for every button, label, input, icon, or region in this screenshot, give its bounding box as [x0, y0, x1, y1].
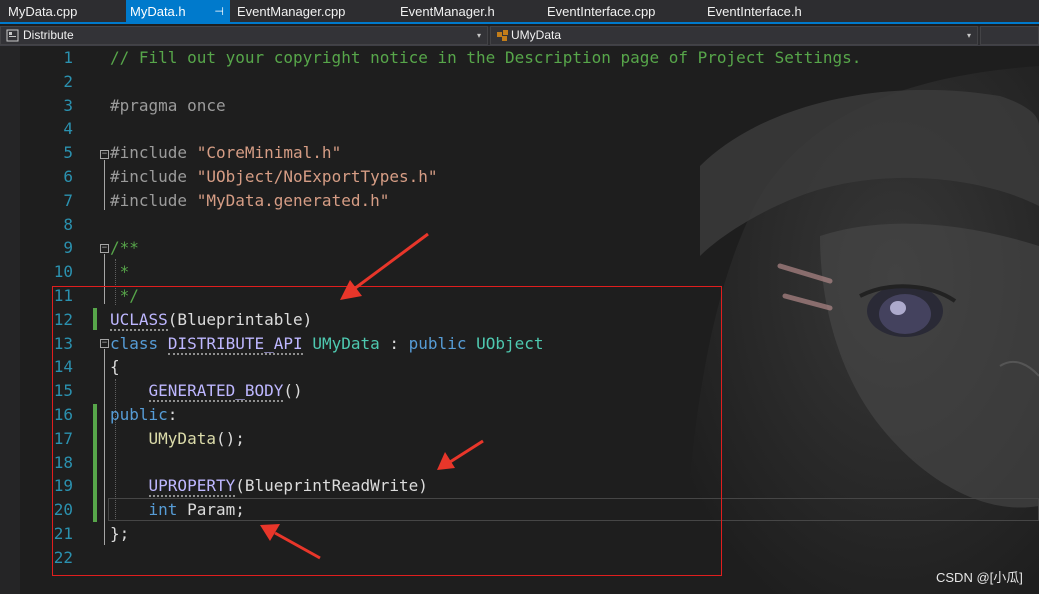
- chevron-down-icon: ▾: [966, 31, 971, 40]
- code-editor[interactable]: − − − 1 2 3 4 5 6 7 8 9 10 11 12 13 14 1…: [0, 46, 1039, 594]
- tab-label: MyData.h: [130, 4, 186, 19]
- annotation-arrows: [260, 232, 484, 560]
- scope-name: UMyData: [511, 28, 562, 42]
- tab-label: MyData.cpp: [8, 4, 78, 19]
- project-dropdown[interactable]: Distribute ▾: [0, 26, 488, 45]
- tab-eventmanager-cpp[interactable]: EventManager.cpp: [233, 0, 383, 24]
- tab-label: EventInterface.h: [707, 4, 802, 19]
- document-tab-bar: MyData.cpp MyData.h ⊣ EventManager.cpp Ev…: [0, 0, 1039, 24]
- tab-label: EventManager.cpp: [237, 4, 346, 19]
- navigation-bar: Distribute ▾ UMyData ▾: [0, 26, 1039, 46]
- arrow-icon: [340, 232, 429, 300]
- member-dropdown[interactable]: [980, 26, 1039, 45]
- tab-label: EventInterface.cpp: [547, 4, 656, 19]
- tab-eventmanager-h[interactable]: EventManager.h: [396, 0, 526, 24]
- tab-eventinterface-cpp[interactable]: EventInterface.cpp: [543, 0, 693, 24]
- watermark: CSDN @[小瓜]: [936, 570, 1023, 585]
- pin-icon[interactable]: ⊣: [214, 0, 224, 24]
- tab-mydata-h[interactable]: MyData.h ⊣: [126, 0, 230, 24]
- class-icon: [497, 30, 508, 41]
- project-icon: [6, 29, 19, 42]
- tab-label: EventManager.h: [400, 4, 495, 19]
- scope-dropdown[interactable]: UMyData ▾: [490, 26, 978, 45]
- tab-eventinterface-h[interactable]: EventInterface.h: [703, 0, 833, 24]
- project-name: Distribute: [23, 28, 74, 42]
- chevron-down-icon: ▾: [476, 31, 481, 40]
- arrow-icon: [260, 524, 321, 560]
- arrow-icon: [437, 439, 484, 470]
- tab-mydata-cpp[interactable]: MyData.cpp: [0, 0, 124, 24]
